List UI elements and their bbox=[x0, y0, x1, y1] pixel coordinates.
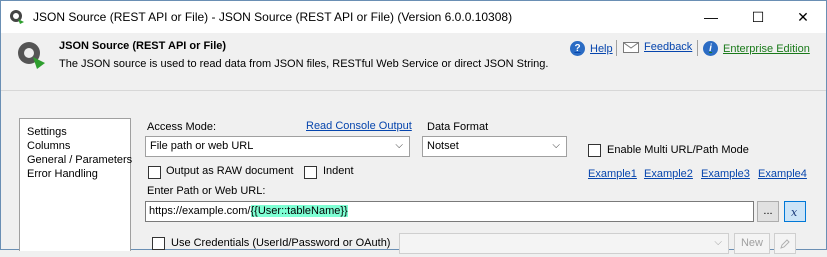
example4-link[interactable]: Example4 bbox=[758, 168, 807, 180]
example3-link[interactable]: Example3 bbox=[701, 168, 750, 180]
component-header: JSON Source (REST API or File) The JSON … bbox=[1, 33, 826, 91]
example1-link[interactable]: Example1 bbox=[588, 168, 637, 180]
close-button[interactable]: ✕ bbox=[780, 1, 826, 33]
component-description: The JSON source is used to read data fro… bbox=[59, 58, 549, 70]
new-connection-label: New bbox=[740, 237, 763, 249]
window-title: JSON Source (REST API or File) - JSON So… bbox=[33, 10, 513, 24]
enterprise-link-label: Enterprise Edition bbox=[723, 42, 810, 55]
minimize-icon: — bbox=[704, 9, 718, 25]
header-divider bbox=[697, 40, 698, 56]
help-icon: ? bbox=[570, 41, 585, 56]
multi-url-label: Enable Multi URL/Path Mode bbox=[607, 144, 749, 156]
output-raw-label: Output as RAW document bbox=[166, 165, 294, 177]
connection-select[interactable]: ⌵ bbox=[399, 233, 729, 254]
access-mode-label: Access Mode: bbox=[147, 121, 217, 133]
maximize-button[interactable]: ☐ bbox=[735, 1, 781, 33]
data-format-label: Data Format bbox=[427, 121, 489, 133]
info-icon: i bbox=[703, 41, 718, 56]
path-url-prefix: https://example.com/ bbox=[149, 205, 251, 217]
path-url-input[interactable]: https://example.com/{{User::tableName}} bbox=[145, 201, 754, 222]
path-url-variable: {{User::tableName}} bbox=[250, 205, 348, 217]
browse-button[interactable]: ... bbox=[757, 201, 779, 222]
multi-url-checkbox[interactable] bbox=[588, 144, 601, 157]
help-link-label: Help bbox=[590, 42, 613, 55]
help-link[interactable]: ? Help bbox=[570, 41, 613, 56]
data-format-select[interactable]: Notset ⌵ bbox=[422, 136, 567, 157]
enterprise-edition-link[interactable]: i Enterprise Edition bbox=[703, 41, 810, 56]
nav-item-error-handling[interactable]: Error Handling bbox=[27, 167, 130, 181]
edit-icon bbox=[780, 239, 790, 249]
header-divider bbox=[616, 40, 617, 56]
nav-item-columns[interactable]: Columns bbox=[27, 139, 130, 153]
edit-connection-button[interactable] bbox=[774, 233, 796, 254]
maximize-icon: ☐ bbox=[751, 8, 765, 25]
indent-checkbox[interactable] bbox=[304, 166, 317, 179]
mail-icon bbox=[623, 41, 639, 53]
app-icon bbox=[10, 10, 24, 24]
function-icon: x bbox=[791, 206, 798, 219]
read-console-output-link[interactable]: Read Console Output bbox=[306, 120, 412, 132]
feedback-link-label: Feedback bbox=[644, 41, 693, 53]
chevron-down-icon: ⌵ bbox=[395, 140, 403, 151]
expression-builder-button[interactable]: x bbox=[784, 201, 806, 222]
component-title: JSON Source (REST API or File) bbox=[59, 40, 227, 52]
example2-link[interactable]: Example2 bbox=[644, 168, 693, 180]
data-format-value: Notset bbox=[427, 140, 459, 152]
minimize-button[interactable]: — bbox=[688, 1, 734, 33]
use-credentials-checkbox[interactable] bbox=[152, 237, 165, 250]
feedback-link[interactable]: Feedback bbox=[623, 41, 692, 53]
use-credentials-label: Use Credentials (UserId/Password or OAut… bbox=[171, 237, 391, 249]
nav-item-settings[interactable]: Settings bbox=[27, 125, 130, 139]
indent-label: Indent bbox=[323, 165, 354, 177]
title-bar: JSON Source (REST API or File) - JSON So… bbox=[1, 1, 826, 33]
output-raw-checkbox[interactable] bbox=[148, 166, 161, 179]
access-mode-select[interactable]: File path or web URL ⌵ bbox=[145, 136, 410, 157]
json-source-logo-icon bbox=[18, 42, 45, 69]
close-icon: ✕ bbox=[797, 8, 809, 25]
nav-item-general-parameters[interactable]: General / Parameters bbox=[27, 153, 132, 167]
chevron-down-icon: ⌵ bbox=[714, 237, 722, 248]
new-connection-button[interactable]: New bbox=[734, 233, 770, 254]
browse-label: ... bbox=[763, 205, 773, 217]
settings-nav-list: Settings Columns General / Parameters Er… bbox=[19, 118, 132, 251]
access-mode-value: File path or web URL bbox=[150, 140, 254, 152]
svg-text:x: x bbox=[791, 206, 798, 218]
chevron-down-icon: ⌵ bbox=[552, 140, 560, 151]
dialog-window: JSON Source (REST API or File) - JSON So… bbox=[0, 0, 827, 254]
path-url-label: Enter Path or Web URL: bbox=[147, 185, 266, 197]
